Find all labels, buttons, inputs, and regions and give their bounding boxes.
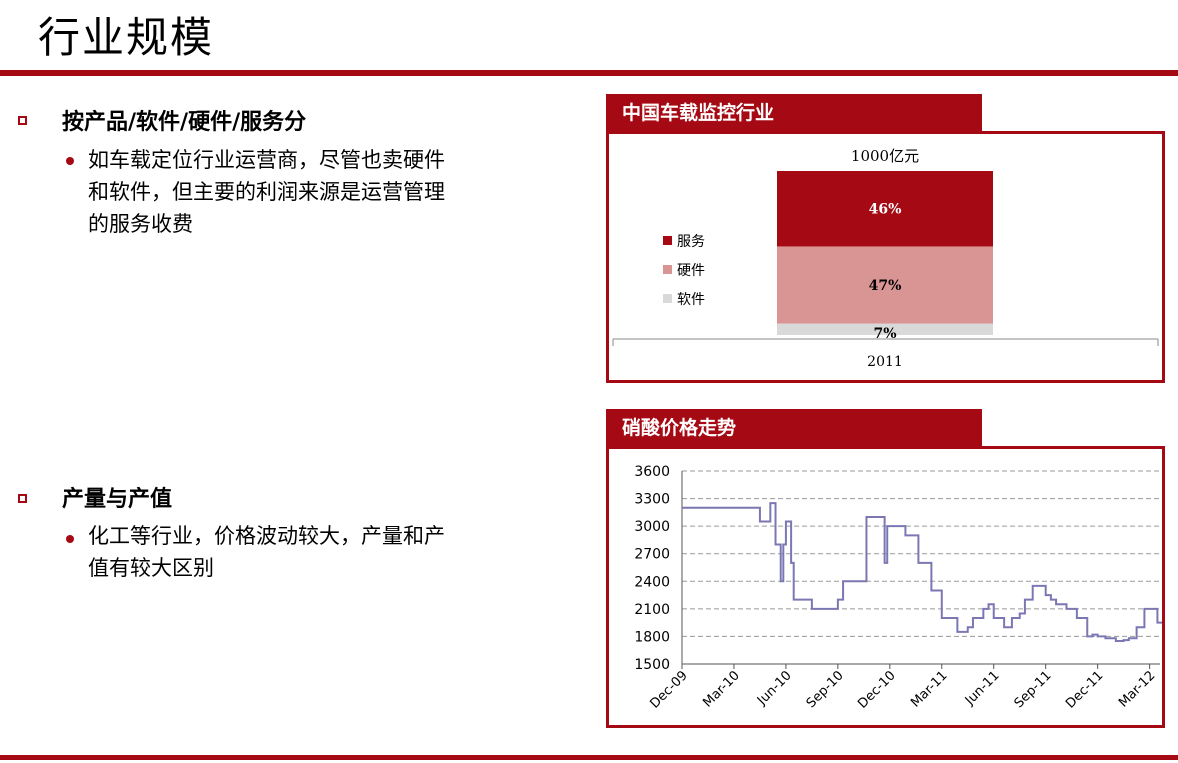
square-bullet-icon bbox=[18, 494, 27, 503]
section-heading: 产量与产值 bbox=[62, 487, 173, 512]
legend-label: 软件 bbox=[677, 292, 705, 308]
x-tick-label: Dec-10 bbox=[855, 668, 898, 711]
chart-panel-title: 中国车载监控行业 bbox=[606, 94, 982, 132]
legend-label: 服务 bbox=[677, 234, 705, 250]
data-label: 46% bbox=[869, 202, 902, 218]
point-line: 的服务收费 bbox=[88, 212, 193, 236]
x-tick-label: Mar-11 bbox=[908, 668, 950, 710]
x-tick-label: Jun-10 bbox=[754, 668, 795, 709]
section-heading: 按产品/软件/硬件/服务分 bbox=[62, 110, 307, 135]
stacked-bar-chart: 1000亿元 7% 47% 46% 2011 服务硬件软件 bbox=[612, 147, 1159, 370]
point-line: 值有较大区别 bbox=[88, 556, 214, 580]
point-line: 如车载定位行业运营商，尽管也卖硬件 bbox=[88, 148, 445, 172]
x-tick-label: Sep-11 bbox=[1012, 668, 1055, 711]
dot-bullet-icon bbox=[66, 157, 74, 165]
section-point: 化工等行业，价格波动较大，产量和产 值有较大区别 bbox=[88, 520, 445, 584]
title-divider bbox=[0, 70, 1178, 76]
point-line: 化工等行业，价格波动较大，产量和产 bbox=[88, 524, 445, 548]
x-tick-label: Dec-09 bbox=[647, 668, 690, 711]
price-line-chart: 15001800210024002700300033003600Dec-09 Ma… bbox=[634, 464, 1162, 712]
y-tick-label: 2700 bbox=[634, 547, 670, 563]
legend-label: 硬件 bbox=[677, 263, 705, 279]
price-series-line bbox=[682, 502, 1162, 643]
x-tick-label: Sep-10 bbox=[804, 668, 847, 711]
legend-swatch bbox=[663, 294, 672, 303]
x-tick-label: Mar-12 bbox=[1116, 668, 1158, 710]
x-tick-label: Jun-11 bbox=[962, 668, 1003, 709]
section-point: 如车载定位行业运营商，尽管也卖硬件 和软件，但主要的利润来源是运营管理 的服务收… bbox=[88, 144, 445, 240]
chart-title: 1000亿元 bbox=[851, 147, 919, 165]
x-tick-label: 2011 bbox=[867, 354, 903, 370]
dot-bullet-icon bbox=[66, 535, 74, 543]
point-line: 和软件，但主要的利润来源是运营管理 bbox=[88, 180, 445, 204]
legend-swatch bbox=[663, 236, 672, 245]
y-tick-label: 2400 bbox=[634, 574, 670, 590]
y-tick-label: 3000 bbox=[634, 519, 670, 535]
data-label: 47% bbox=[869, 278, 902, 294]
x-tick-label: Mar-10 bbox=[700, 668, 742, 710]
data-label: 7% bbox=[873, 326, 896, 342]
footer-divider bbox=[0, 755, 1178, 760]
y-tick-label: 2100 bbox=[634, 602, 670, 618]
line-chart-axes: 15001800210024002700300033003600Dec-09 Ma… bbox=[634, 464, 1160, 712]
page-title: 行业规模 bbox=[38, 13, 215, 62]
chart-panel-title: 硝酸价格走势 bbox=[606, 409, 982, 447]
y-tick-label: 3600 bbox=[634, 464, 670, 480]
legend-swatch bbox=[663, 265, 672, 274]
y-tick-label: 1500 bbox=[634, 657, 670, 673]
y-tick-label: 3300 bbox=[634, 492, 670, 508]
bar-chart-panel: 1000亿元 7% 47% 46% 2011 服务硬件软件 bbox=[606, 131, 1165, 383]
y-tick-label: 1800 bbox=[634, 629, 670, 645]
x-tick-label: Dec-11 bbox=[1063, 668, 1106, 711]
square-bullet-icon bbox=[18, 116, 27, 125]
line-chart-panel: 1500 1800 2100 2400 2700 3000 3300 3600 Dec-09 Ma… bbox=[606, 446, 1165, 728]
